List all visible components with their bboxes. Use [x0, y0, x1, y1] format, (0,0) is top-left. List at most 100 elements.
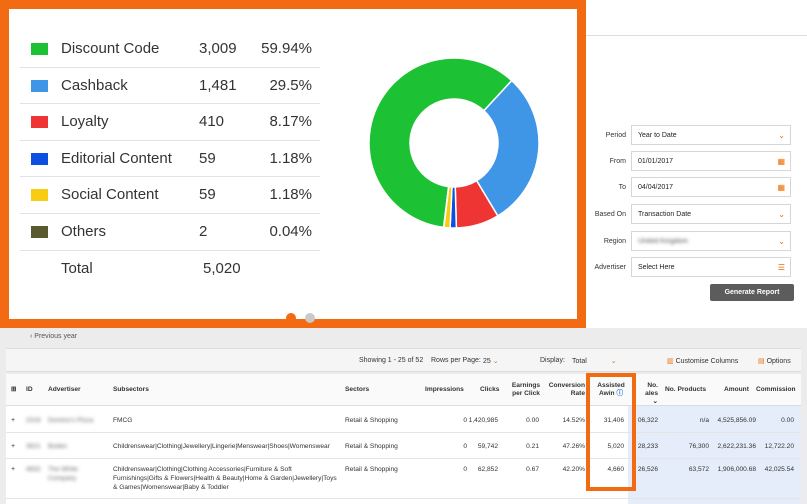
cell-epc: 0.67 [526, 466, 539, 473]
cell-sector: Retail & Shopping [345, 443, 398, 450]
legend-percent: 8.17% [269, 113, 312, 131]
legend-label: Social Content [61, 186, 159, 204]
col-earnings-per-click[interactable]: Earnings per Click [511, 382, 541, 398]
cell-amount: 2,622,231.36 [717, 443, 756, 450]
calendar-icon[interactable]: ▦ [777, 183, 785, 192]
rows-per-page-label: Rows per Page: [431, 357, 481, 364]
carousel-dot[interactable] [305, 313, 315, 323]
col-id[interactable]: ID [26, 386, 33, 394]
cell-subsectors: FMCG [113, 417, 133, 424]
from-label: From [609, 158, 626, 165]
cell-id: 2316 [26, 417, 41, 424]
col-conv-line1: Conversion [548, 382, 585, 389]
customise-columns-button[interactable]: ▥ Customise Columns [667, 357, 738, 365]
display-label: Display: [540, 357, 565, 364]
legend-row-others: Others 2 0.04% [20, 214, 320, 251]
chevron-down-icon: ⌄ [610, 358, 617, 365]
legend-label: Cashback [61, 76, 128, 94]
swatch-others [31, 225, 48, 238]
swatch-loyalty [31, 116, 48, 129]
col-no-products[interactable]: No. Products [665, 386, 706, 394]
region-select[interactable]: United Kingdom ⌄ [631, 231, 791, 251]
cell-clicks: 59,742 [477, 443, 498, 450]
to-date-input[interactable]: 04/04/2017 ▦ [631, 177, 791, 197]
filter-region: Region United Kingdom ⌄ [586, 231, 801, 253]
period-select[interactable]: Year to Date ⌄ [631, 125, 791, 145]
sort-icon: ⌄ [652, 398, 658, 405]
col-sales-line2: ales [645, 390, 658, 397]
expand-row-icon[interactable]: + [11, 416, 15, 425]
breakdown-legend: Discount Code 3,009 59.94% Cashback 1,48… [20, 31, 320, 287]
based-on-select[interactable]: Transaction Date ⌄ [631, 204, 791, 224]
col-sectors[interactable]: Sectors [345, 386, 369, 394]
table-row[interactable]: +3621 Boden Childrenswear|Clothing|Jewelle… [6, 433, 801, 459]
from-date-input[interactable]: 01/01/2017 ▦ [631, 151, 791, 171]
cell-commission: 0.00 [781, 417, 794, 424]
col-clicks[interactable]: Clicks [480, 386, 499, 394]
period-value: Year to Date [638, 132, 677, 139]
filter-based-on: Based On Transaction Date ⌄ [586, 204, 801, 226]
legend-count: 59 [199, 149, 216, 167]
legend-percent: 1.18% [269, 149, 312, 167]
carousel-dot-active[interactable] [286, 313, 296, 323]
cell-advertiser: Domino's Pizza [48, 417, 94, 424]
table-header: ⊞ ID Advertiser Subsectors Sectors Impre… [6, 374, 801, 406]
filter-period: Period Year to Date ⌄ [586, 125, 801, 147]
col-advertiser[interactable]: Advertiser [48, 386, 81, 394]
cell-sales: 06,322 [637, 417, 658, 424]
legend-percent: 1.18% [269, 186, 312, 204]
based-on-value: Transaction Date [638, 211, 692, 218]
header-bar [586, 0, 807, 36]
cell-amount: 4,525,856.09 [717, 417, 756, 424]
filter-advertiser: Advertiser Select Here ☰ [586, 257, 801, 279]
cell-products: 76,300 [688, 443, 709, 450]
attribution-donut-chart [369, 58, 539, 228]
cell-sector: Retail & Shopping [345, 417, 398, 424]
legend-row-editorial-content: Editorial Content 59 1.18% [20, 141, 320, 178]
cell-subsectors: Childrenswear|Clothing|Jewellery|Lingeri… [113, 443, 330, 450]
donut-slices [369, 58, 539, 228]
legend-label: Editorial Content [61, 149, 172, 167]
customise-columns-label: Customise Columns [675, 358, 739, 365]
expand-all-icon[interactable]: ⊞ [11, 386, 17, 394]
calendar-icon[interactable]: ▦ [777, 157, 785, 166]
advertiser-select[interactable]: Select Here ☰ [631, 257, 791, 277]
cell-conv: 42.20% [562, 466, 585, 473]
based-on-label: Based On [594, 211, 626, 218]
showing-count: Showing 1 - 25 of 52 [359, 357, 424, 364]
cell-commission: 12,722.20 [764, 443, 794, 450]
col-no-sales[interactable]: No. ales ⌄ [638, 382, 658, 406]
previous-year-link[interactable]: ‹ Previous year [30, 333, 77, 340]
filter-from: From 01/01/2017 ▦ [586, 151, 801, 173]
region-value: United Kingdom [638, 238, 688, 245]
col-epc-line2: per Click [512, 390, 540, 397]
period-label: Period [605, 132, 626, 139]
table-row[interactable]: +2316 Domino's Pizza FMCG Retail & Shopping… [6, 407, 801, 433]
cell-sales: 28,233 [637, 443, 658, 450]
expand-row-icon[interactable]: + [11, 465, 15, 474]
table-row[interactable]: +4832 The White Company Childrenswear|Clot… [6, 459, 801, 499]
table-toolbar: Showing 1 - 25 of 52 Rows per Page: 25 ⌄… [6, 348, 801, 372]
cell-sales: 26,526 [637, 466, 658, 473]
legend-percent: 0.04% [269, 222, 312, 240]
legend-label: Loyalty [61, 113, 109, 131]
rows-per-page-select[interactable]: 25 ⌄ [483, 357, 499, 365]
generate-report-button[interactable]: Generate Report [710, 284, 794, 301]
to-label: To [618, 184, 626, 191]
options-label: Options [766, 358, 791, 365]
col-amount[interactable]: Amount [724, 386, 749, 394]
col-conversion-rate[interactable]: Conversion Rate [547, 382, 585, 398]
col-commission[interactable]: Commission [756, 386, 796, 394]
expand-row-icon[interactable]: + [11, 442, 15, 451]
cell-clicks: 62,852 [477, 466, 498, 473]
col-impressions[interactable]: Impressions [425, 386, 464, 394]
col-subsectors[interactable]: Subsectors [113, 386, 149, 394]
legend-count: 410 [199, 113, 225, 131]
cell-epc: 0.21 [526, 443, 539, 450]
rows-per-page-value: 25 [483, 358, 491, 365]
options-button[interactable]: ▤ Options [758, 357, 791, 365]
legend-row-loyalty: Loyalty 410 8.17% [20, 104, 320, 141]
region-label: Region [603, 238, 626, 245]
display-select[interactable]: Total ⌄ [572, 357, 617, 365]
advertiser-value: Select Here [638, 264, 675, 271]
